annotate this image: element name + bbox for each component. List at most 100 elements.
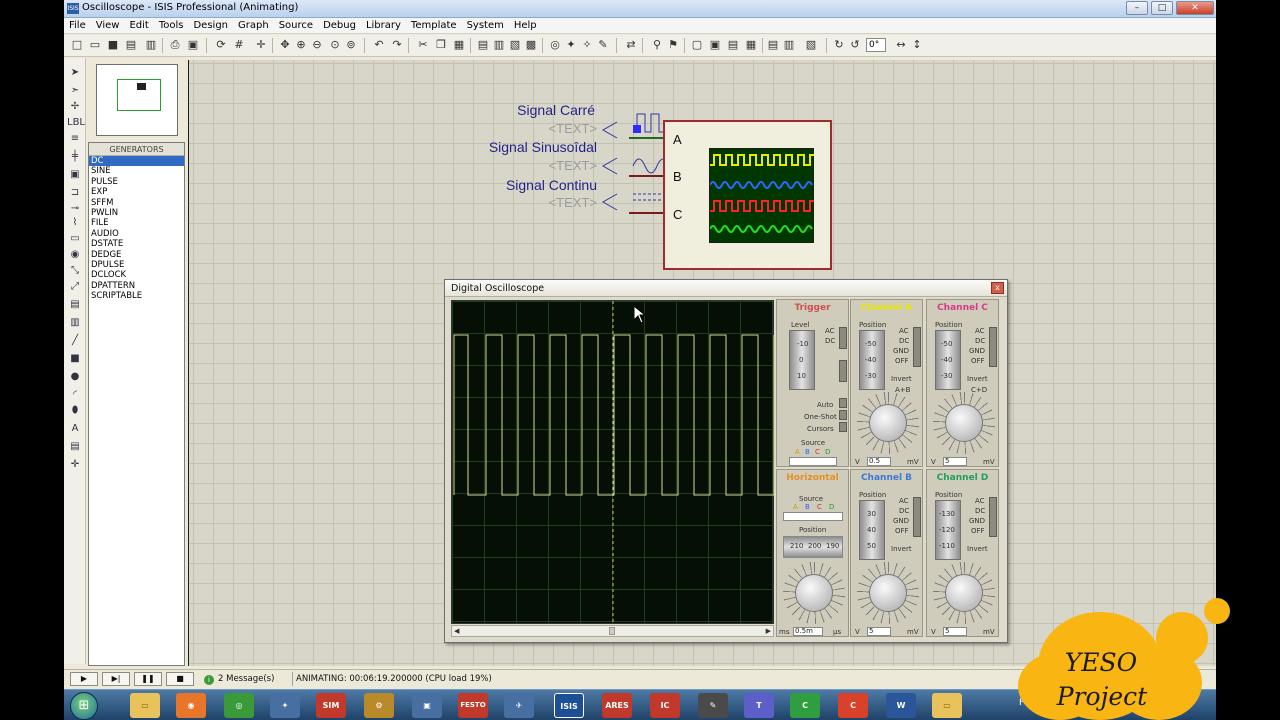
file-explorer-icon[interactable]: ▭ xyxy=(130,693,160,718)
channel-b-scale-knob[interactable] xyxy=(869,574,907,612)
channel-a-scale-field[interactable]: 0.5 xyxy=(867,457,891,466)
box-icon[interactable]: ■ xyxy=(67,352,83,366)
play-button[interactable]: ▶ xyxy=(70,672,98,686)
channel-d-coupling-switch[interactable] xyxy=(989,497,997,537)
path-icon[interactable]: ⬮ xyxy=(67,404,83,418)
trigger-cursors-button[interactable] xyxy=(839,422,847,432)
minimize-button[interactable]: – xyxy=(1126,1,1148,15)
trigger-coupling-switch[interactable] xyxy=(839,327,847,349)
channel-c-scale-field[interactable]: 5 xyxy=(943,457,967,466)
horizontal-source-slider[interactable] xyxy=(783,512,843,521)
compass-icon[interactable]: ✈ xyxy=(504,693,534,718)
remove-sheet-icon[interactable]: ▣ xyxy=(708,38,722,52)
redraw-icon[interactable]: ⟳ xyxy=(214,38,228,52)
ic-app-icon[interactable]: IC xyxy=(650,693,680,718)
ares-taskbar-icon[interactable]: ARES xyxy=(602,693,632,718)
codeblocks-red-icon[interactable]: C xyxy=(838,693,868,718)
circle-icon[interactable]: ● xyxy=(67,370,83,384)
list-item[interactable]: FILE xyxy=(89,218,184,228)
bus-icon[interactable]: ╪ xyxy=(67,150,83,164)
close-button[interactable]: ✕ xyxy=(1176,1,1214,15)
print-area-icon[interactable]: ▣ xyxy=(186,38,200,52)
selection-mode-icon[interactable]: ➤ xyxy=(67,66,83,80)
text-script-icon[interactable]: ≡ xyxy=(67,132,83,146)
chrome-icon[interactable]: ◎ xyxy=(224,693,254,718)
overview-window[interactable] xyxy=(96,64,178,136)
step-button[interactable]: ▶| xyxy=(102,672,130,686)
channel-b-scale-field[interactable]: 5 xyxy=(867,627,891,636)
property-tool-icon[interactable]: ⚑ xyxy=(666,38,680,52)
messages-indicator[interactable]: i 2 Message(s) xyxy=(204,672,288,686)
signal-square-label[interactable]: Signal Carré xyxy=(429,102,595,118)
oscilloscope-close-button[interactable]: x xyxy=(991,282,1004,294)
undo-icon[interactable]: ↶ xyxy=(372,38,386,52)
firefox-icon[interactable]: ◉ xyxy=(176,693,206,718)
cut-icon[interactable]: ✂ xyxy=(416,38,430,52)
wire-autorouter-icon[interactable]: ⇄ xyxy=(624,38,638,52)
horizontal-position-slider[interactable]: 210 200 190 xyxy=(783,536,843,558)
component-mode-icon[interactable]: ➣ xyxy=(67,84,83,98)
list-item[interactable]: DEDGE xyxy=(89,250,184,260)
decompose-icon[interactable]: ✎ xyxy=(596,38,610,52)
menu-graph[interactable]: Graph xyxy=(233,18,274,31)
voltage-probe-icon[interactable]: ⤡ xyxy=(67,264,83,278)
signal-sine-label[interactable]: Signal Sinusoîdal xyxy=(399,139,597,155)
line-icon[interactable]: ╱ xyxy=(67,334,83,348)
horizontal-scale-knob[interactable] xyxy=(795,574,833,612)
arc-icon[interactable]: ◜ xyxy=(67,388,83,402)
isis-taskbar-icon[interactable]: ISIS xyxy=(554,693,584,718)
scroll-right-icon[interactable]: ▶ xyxy=(766,626,771,636)
trigger-source-slider[interactable] xyxy=(789,457,837,466)
channel-a-scale-knob[interactable] xyxy=(869,404,907,442)
pick-device-icon[interactable]: ◎ xyxy=(548,38,562,52)
list-item[interactable]: SINE xyxy=(89,166,184,176)
block-rotate-icon[interactable]: ▧ xyxy=(508,38,522,52)
scroll-left-icon[interactable]: ◀ xyxy=(454,626,459,636)
menu-library[interactable]: Library xyxy=(361,18,406,31)
text-icon[interactable]: A xyxy=(67,422,83,436)
list-item[interactable]: DPULSE xyxy=(89,260,184,270)
device-pins-icon[interactable]: ⊸ xyxy=(67,202,83,216)
electrical-rules-icon[interactable]: ▥ xyxy=(782,38,796,52)
sim-app-icon[interactable]: SIM xyxy=(316,693,346,718)
channel-c-coupling-switch[interactable] xyxy=(989,327,997,367)
explorer-window-icon[interactable]: ▭ xyxy=(932,693,962,718)
list-item[interactable]: DPATTERN xyxy=(89,281,184,291)
subcircuit-icon[interactable]: ▣ xyxy=(67,168,83,182)
oscilloscope-component[interactable]: A B C xyxy=(663,120,832,270)
redo-icon[interactable]: ↷ xyxy=(390,38,404,52)
menu-template[interactable]: Template xyxy=(406,18,462,31)
symbol-icon[interactable]: ▤ xyxy=(67,440,83,454)
exit-parent-icon[interactable]: ▤ xyxy=(726,38,740,52)
channel-d-scale-knob[interactable] xyxy=(945,574,983,612)
pan-icon[interactable]: ✥ xyxy=(278,38,292,52)
menu-edit[interactable]: Edit xyxy=(124,18,153,31)
menu-file[interactable]: File xyxy=(64,18,91,31)
digital-oscilloscope-window[interactable]: Digital Oscilloscope x ◀ ▶ Trigger Level… xyxy=(444,279,1008,643)
scroll-thumb[interactable] xyxy=(609,627,615,635)
channel-d-scale-field[interactable]: 5 xyxy=(943,627,967,636)
graph-mode-icon[interactable]: ⌇ xyxy=(67,216,83,230)
stop-button[interactable]: ■ xyxy=(166,672,194,686)
menu-view[interactable]: View xyxy=(91,18,125,31)
zoom-in-icon[interactable]: ⊕ xyxy=(294,38,308,52)
trigger-auto-button[interactable] xyxy=(839,398,847,408)
block-move-icon[interactable]: ▥ xyxy=(492,38,506,52)
block-copy-icon[interactable]: ▤ xyxy=(476,38,490,52)
trigger-oneshot-button[interactable] xyxy=(839,410,847,420)
list-item[interactable]: EXP xyxy=(89,187,184,197)
list-item[interactable]: PWLIN xyxy=(89,208,184,218)
netlist-ares-icon[interactable]: ▧ xyxy=(804,38,818,52)
mirror-y-icon[interactable]: ↕ xyxy=(910,38,924,52)
menu-help[interactable]: Help xyxy=(509,18,542,31)
current-probe-icon[interactable]: ⤢ xyxy=(67,280,83,294)
rotate-ccw-icon[interactable]: ↺ xyxy=(848,38,862,52)
marker-icon[interactable]: ✛ xyxy=(67,458,83,472)
oscilloscope-scrollbar[interactable]: ◀ ▶ xyxy=(451,625,774,637)
start-button[interactable]: ⊞ xyxy=(70,692,98,720)
new-sheet-icon[interactable]: ▢ xyxy=(690,38,704,52)
virtual-instrument-icon[interactable]: ▤ xyxy=(67,298,83,312)
block-delete-icon[interactable]: ▩ xyxy=(524,38,538,52)
save-icon[interactable]: ■ xyxy=(106,38,120,52)
pause-button[interactable]: ❚❚ xyxy=(134,672,162,686)
